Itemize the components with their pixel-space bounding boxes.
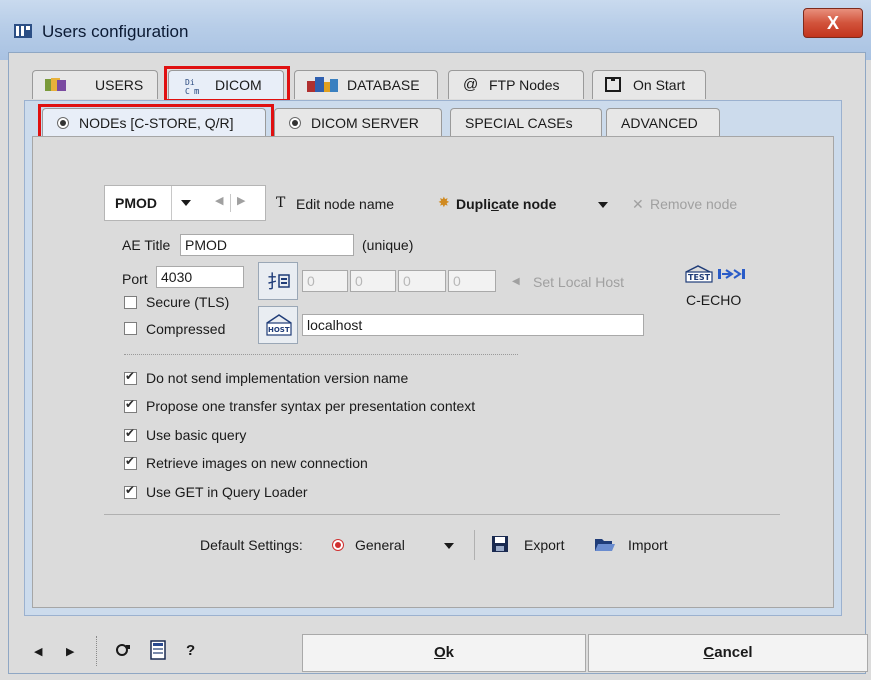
option-checkbox-1[interactable] [124,369,137,385]
previous-icon[interactable]: ◀ [34,645,42,658]
subtab-dicom-server[interactable]: DICOM SERVER [274,108,442,137]
export-button[interactable]: Export [524,537,564,553]
cancel-button[interactable]: Cancel [588,634,868,672]
nav-divider [230,194,231,212]
ok-button[interactable]: Ok [302,634,586,672]
secure-tls-label: Secure (TLS) [146,294,230,310]
defaults-separator [104,514,780,515]
node-dropdown-icon[interactable] [181,200,191,206]
edit-node-name-button[interactable]: Edit node name [296,196,394,212]
ip-lookup-button[interactable]: 扌 [258,262,298,300]
close-button[interactable]: X [803,8,863,38]
open-folder-icon [595,539,615,551]
ae-title-input[interactable]: PMOD [180,234,354,256]
host-lookup-button[interactable]: HOST [258,306,298,344]
tab-database[interactable]: DATABASE [294,70,438,99]
save-icon [492,536,508,552]
dicom-highlight-box [164,66,290,102]
reset-icon[interactable] [114,643,132,657]
ip-octet-2[interactable]: 0 [350,270,396,292]
option-label-2: Propose one transfer syntax per presenta… [146,398,476,414]
at-icon: @ [463,76,479,93]
duplicate-dropdown-icon[interactable] [598,202,608,208]
ae-title-label: AE Title [122,237,171,253]
tab-users[interactable]: USERS [32,70,158,99]
options-separator [124,354,518,355]
echo-test-icon: TEST [685,265,745,283]
subtab-advanced[interactable]: ADVANCED [606,108,720,137]
node-selector[interactable]: PMOD ◀ ▶ [104,185,266,221]
duplicate-node-button[interactable]: Duplicate node [456,196,556,212]
nodes-highlight-box [38,104,274,140]
window-title: Users configuration [42,22,189,41]
subtab-dicom-server-label: DICOM SERVER [311,115,419,131]
next-icon[interactable]: ▶ [66,645,74,658]
general-radio-icon [332,539,344,551]
subtab-advanced-label: ADVANCED [621,115,698,131]
help-button[interactable]: ? [186,642,195,659]
option-checkbox-5[interactable] [124,483,137,499]
option-label-3: Use basic query [146,427,247,443]
default-settings-select[interactable]: General [355,537,405,553]
option-checkbox-2[interactable] [124,397,137,413]
port-input[interactable]: 4030 [156,266,244,288]
tab-users-label: USERS [95,77,144,93]
option-label-1: Do not send implementation version name [146,370,409,386]
prev-node-icon[interactable]: ◀ [215,194,223,207]
unique-label: (unique) [362,237,414,253]
svg-text:HOST: HOST [268,326,290,334]
app-icon [14,24,32,38]
import-button[interactable]: Import [628,537,668,553]
subtab-special-cases[interactable]: SPECIAL CASEs [450,108,602,137]
c-echo-label: C-ECHO [686,292,742,308]
option-label-5: Use GET in Query Loader [146,484,308,500]
footer-divider [96,636,98,666]
ip-octet-4[interactable]: 0 [448,270,496,292]
compressed-checkbox[interactable] [124,322,137,335]
tab-database-label: DATABASE [347,77,420,93]
title-bar: Users configuration X [0,0,871,60]
set-local-host-icon: ◀ [512,276,520,287]
users-configuration-window: Users configuration X USERS Di C m DICOM… [0,0,871,680]
server-radio-icon [289,117,301,129]
network-icon: 扌 [267,272,290,293]
tab-on-start-label: On Start [633,77,686,93]
set-local-host-button[interactable]: Set Local Host [533,274,624,290]
node-selector-divider [171,186,172,220]
secure-tls-checkbox[interactable] [124,296,137,309]
default-settings-label: Default Settings: [200,537,303,553]
compressed-label: Compressed [146,321,226,337]
tab-ftp-nodes-label: FTP Nodes [489,77,560,93]
next-node-icon[interactable]: ▶ [237,194,245,207]
port-label: Port [122,271,148,287]
host-input[interactable]: localhost [302,314,644,336]
node-selector-value: PMOD [115,195,157,211]
database-icon [307,77,338,92]
ip-octet-3[interactable]: 0 [398,270,446,292]
host-icon: HOST [266,314,292,336]
defaults-divider [474,530,475,560]
remove-icon: ✕ [632,196,644,212]
echo-test-icon-text: TEST [688,273,711,282]
subtab-special-cases-label: SPECIAL CASEs [465,115,573,131]
window-icon [605,77,621,92]
tab-ftp-nodes[interactable]: @ FTP Nodes [448,70,584,99]
c-echo-button[interactable]: TEST C-ECHO [682,264,754,314]
users-icon [45,78,66,91]
remove-node-button[interactable]: Remove node [650,196,737,212]
duplicate-icon: ✸ [438,194,450,210]
defaults-dropdown-icon[interactable] [444,543,454,549]
edit-text-icon: T [276,195,286,211]
properties-icon[interactable] [150,640,166,660]
tab-on-start[interactable]: On Start [592,70,706,99]
option-checkbox-3[interactable] [124,426,137,442]
option-label-4: Retrieve images on new connection [146,455,368,471]
option-checkbox-4[interactable] [124,454,137,470]
ip-octet-1[interactable]: 0 [302,270,348,292]
